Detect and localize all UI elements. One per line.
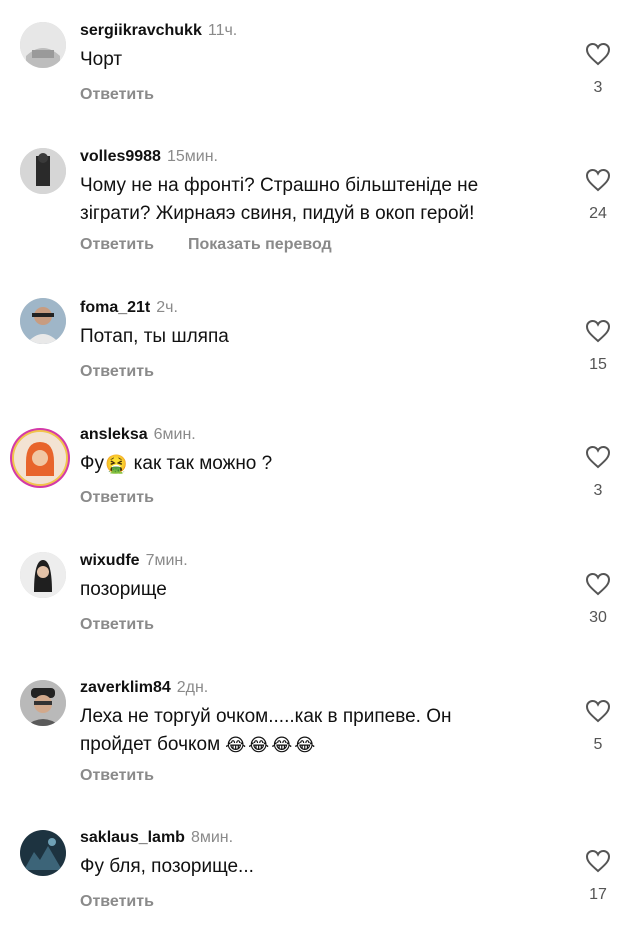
- username[interactable]: sergiikravchukk: [80, 22, 202, 39]
- like-count: 17: [589, 886, 607, 903]
- comment-meta: foma_21t 2ч.: [80, 299, 178, 317]
- reply-button[interactable]: Ответить: [80, 767, 154, 785]
- laughing-crying-emoji: 😂: [294, 735, 316, 755]
- vomiting-face-emoji: 🤮: [104, 454, 128, 474]
- comment-text-line: Чому не на фронті? Страшно більштеніде н…: [80, 175, 479, 196]
- laughing-crying-emoji: 😂: [271, 735, 293, 755]
- timestamp: 8мин.: [190, 829, 234, 846]
- comment-meta: ansleksa 6мин.: [80, 426, 196, 444]
- timestamp: 15мин.: [166, 148, 218, 165]
- like-count: 3: [593, 79, 603, 96]
- timestamp: 7мин.: [145, 552, 188, 569]
- emoji-group: 😂 😂 😂 😂: [224, 734, 316, 755]
- like-count: 24: [589, 205, 607, 222]
- comment-text: Фу🤮 как так можно ?: [80, 450, 550, 478]
- timestamp: 11ч.: [207, 22, 238, 39]
- comment-text: Леха не торгуй очком.....как в припеве. …: [80, 703, 550, 759]
- comment-meta: zaverklim84 2дн.: [80, 679, 208, 697]
- comment-text-line: Леха не торгуй очком.....как в припеве. …: [80, 706, 452, 727]
- comment-text: Чому не на фронті? Страшно більштеніде н…: [80, 172, 550, 228]
- avatar[interactable]: [20, 552, 66, 598]
- like-count: 15: [589, 356, 607, 373]
- like-count: 30: [589, 609, 607, 626]
- comment-text-line: зіграти? Жирнаяэ свиня, пидуй в окоп гер…: [80, 203, 475, 224]
- avatar[interactable]: [20, 22, 66, 68]
- like-heart-icon[interactable]: [585, 572, 611, 596]
- username[interactable]: volles9988: [80, 148, 161, 165]
- reply-button[interactable]: Ответить: [80, 489, 154, 507]
- like-count: 3: [593, 482, 603, 499]
- like-heart-icon[interactable]: [585, 168, 611, 192]
- timestamp: 2дн.: [176, 679, 209, 696]
- comment-meta: volles9988 15мин.: [80, 148, 218, 166]
- reply-button[interactable]: Ответить: [80, 616, 154, 634]
- comment-text: Чорт: [80, 49, 123, 70]
- like-heart-icon[interactable]: [585, 445, 611, 469]
- avatar[interactable]: [14, 432, 66, 484]
- comment-meta: sergiikravchukk 11ч.: [80, 22, 237, 40]
- like-heart-icon[interactable]: [585, 42, 611, 66]
- avatar[interactable]: [20, 298, 66, 344]
- comment-meta: wixudfe 7мин.: [80, 552, 188, 570]
- username[interactable]: zaverklim84: [80, 679, 171, 696]
- laughing-crying-emoji: 😂: [248, 735, 270, 755]
- like-count: 5: [593, 736, 603, 753]
- avatar[interactable]: [20, 148, 66, 194]
- like-heart-icon[interactable]: [585, 699, 611, 723]
- comment-text-part: Фу: [80, 453, 104, 475]
- like-heart-icon[interactable]: [585, 319, 611, 343]
- reply-button[interactable]: Ответить: [80, 893, 154, 911]
- reply-button[interactable]: Ответить: [80, 236, 154, 254]
- reply-button[interactable]: Ответить: [80, 363, 154, 381]
- timestamp: 2ч.: [156, 299, 178, 316]
- show-translation-button[interactable]: Показать перевод: [188, 236, 332, 254]
- username[interactable]: wixudfe: [80, 552, 140, 569]
- comment-text-part: пройдет бочком: [80, 734, 221, 756]
- username[interactable]: saklaus_lamb: [80, 829, 185, 846]
- comment-text: Потап, ты шляпа: [80, 326, 229, 347]
- timestamp: 6мин.: [153, 426, 196, 443]
- comment-text-line: пройдет бочком 😂 😂 😂 😂: [80, 731, 550, 759]
- avatar[interactable]: [20, 830, 66, 876]
- comment-text: позорище: [80, 579, 167, 600]
- laughing-crying-emoji: 😂: [225, 735, 247, 755]
- comment-text: Фу бля, позорище...: [80, 856, 254, 877]
- like-heart-icon[interactable]: [585, 849, 611, 873]
- reply-button[interactable]: Ответить: [80, 86, 154, 104]
- username[interactable]: ansleksa: [80, 426, 148, 443]
- comment-meta: saklaus_lamb 8мин.: [80, 829, 233, 847]
- avatar[interactable]: [20, 680, 66, 726]
- comment-text-part: как так можно ?: [133, 453, 273, 475]
- username[interactable]: foma_21t: [80, 299, 150, 316]
